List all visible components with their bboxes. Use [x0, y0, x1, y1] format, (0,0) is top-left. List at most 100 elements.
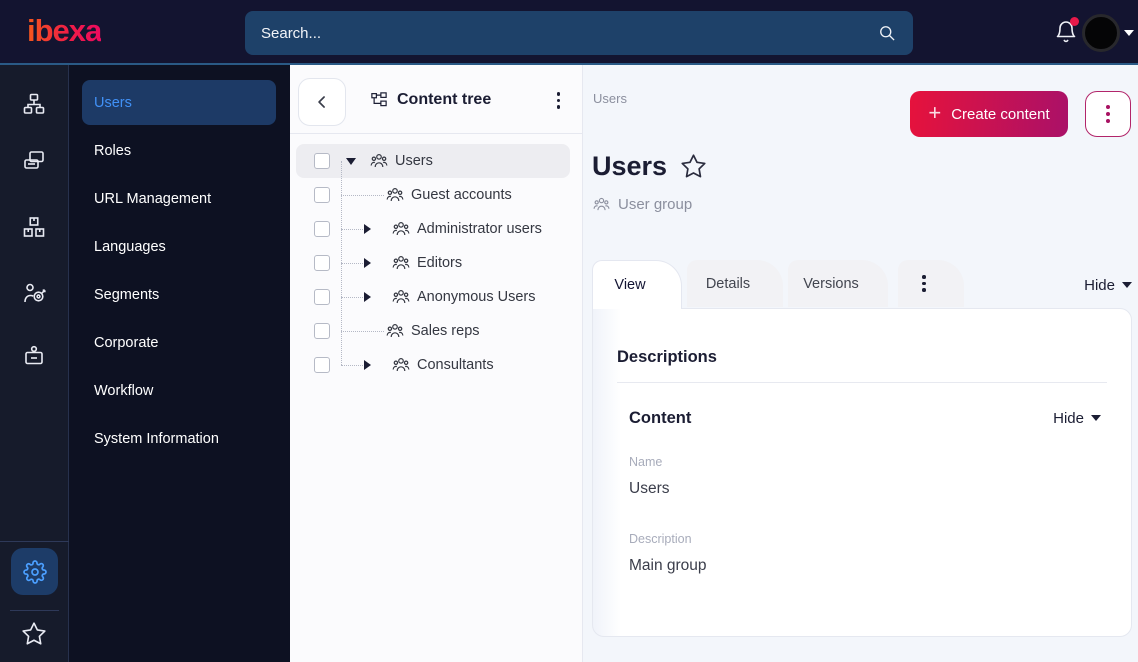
tree-item-checkbox[interactable]	[314, 255, 330, 271]
sidebar-item-segments[interactable]: Segments	[82, 272, 276, 317]
field-label-description: Description	[629, 532, 692, 546]
tab-versions[interactable]: Versions	[788, 260, 888, 307]
tree-item-administrator-users[interactable]: Administrator users	[296, 212, 570, 246]
page-title: Users	[592, 151, 707, 182]
tree-icon	[371, 91, 387, 106]
tree-item-label: Guest accounts	[411, 187, 512, 203]
hide-panel-toggle[interactable]: Hide	[1084, 277, 1132, 294]
create-content-button[interactable]: + Create content	[910, 91, 1068, 137]
topbar: ibexa	[0, 0, 1138, 65]
content-tree-panel: Content tree Users Guest accounts Admini…	[290, 65, 583, 662]
tree-item-checkbox[interactable]	[314, 221, 330, 237]
tab-bar: View Details Versions Hide	[592, 260, 1132, 309]
packages-icon[interactable]	[22, 215, 46, 239]
collapse-node-icon[interactable]	[346, 158, 356, 170]
content-section-header: Content Hide	[629, 409, 1101, 428]
tree-item-checkbox[interactable]	[314, 187, 330, 203]
tree-item-label: Administrator users	[417, 221, 542, 237]
kebab-icon	[922, 275, 926, 292]
user-group-icon	[392, 222, 410, 235]
tab-label: View	[614, 277, 646, 293]
user-group-icon	[593, 197, 610, 211]
caret-down-icon	[1091, 415, 1101, 426]
user-group-icon	[392, 256, 410, 269]
user-group-icon	[386, 324, 404, 337]
sidebar-item-label: URL Management	[94, 190, 212, 207]
global-search[interactable]	[245, 11, 913, 55]
tree-item-sales-reps[interactable]: Sales reps	[296, 314, 570, 348]
content-options-button[interactable]	[1085, 91, 1131, 137]
settings-button[interactable]	[11, 548, 58, 595]
expand-node-icon[interactable]	[364, 258, 376, 268]
sidebar-item-users[interactable]: Users	[82, 80, 276, 125]
pages-icon[interactable]	[22, 149, 46, 173]
tree-item-checkbox[interactable]	[314, 357, 330, 373]
tree-item-guest-accounts[interactable]: Guest accounts	[296, 178, 570, 212]
tab-label: Versions	[803, 275, 859, 292]
tree-item-label: Users	[395, 153, 433, 169]
sidebar-item-system-information[interactable]: System Information	[82, 416, 276, 461]
tab-more-button[interactable]	[898, 260, 964, 307]
expand-node-icon[interactable]	[364, 360, 376, 370]
tree-guide-line	[341, 364, 363, 366]
content-type-row: User group	[593, 196, 692, 213]
tab-view[interactable]: View	[592, 260, 682, 309]
notifications-button[interactable]	[1054, 17, 1080, 46]
sidebar-item-label: Corporate	[94, 334, 159, 351]
bookmark-star-icon[interactable]	[680, 153, 707, 180]
hide-label: Hide	[1053, 410, 1084, 427]
hide-label: Hide	[1084, 277, 1115, 294]
sidebar-item-label: Segments	[94, 286, 160, 303]
sidebar-item-label: Roles	[94, 142, 132, 159]
user-group-icon	[392, 290, 410, 303]
sidebar-item-label: Workflow	[94, 382, 154, 399]
tree-item-editors[interactable]: Editors	[296, 246, 570, 280]
hide-section-toggle[interactable]: Hide	[1053, 410, 1101, 427]
expand-node-icon[interactable]	[364, 224, 376, 234]
sidebar-item-url-management[interactable]: URL Management	[82, 176, 276, 221]
field-value-name: Users	[629, 480, 670, 497]
user-group-icon	[392, 358, 410, 371]
expand-node-icon[interactable]	[364, 292, 376, 302]
tree-item-consultants[interactable]: Consultants	[296, 348, 570, 382]
descriptions-heading: Descriptions	[617, 348, 717, 366]
breadcrumb[interactable]: Users	[593, 91, 627, 106]
collapse-tree-button[interactable]	[298, 78, 346, 126]
user-group-icon	[386, 188, 404, 201]
user-menu-caret-icon[interactable]	[1124, 30, 1134, 41]
tree-item-checkbox[interactable]	[314, 153, 330, 169]
kebab-icon	[1106, 105, 1110, 123]
ibexa-logo[interactable]: ibexa	[27, 13, 102, 49]
tree-item-users[interactable]: Users	[296, 144, 570, 178]
star-icon[interactable]	[21, 621, 47, 647]
tree-guide-line	[341, 296, 363, 298]
sitemap-icon[interactable]	[22, 92, 46, 116]
personalization-icon[interactable]	[22, 281, 46, 305]
settings-gear-icon	[22, 559, 47, 584]
tree-item-label: Consultants	[417, 357, 494, 373]
sidebar-item-workflow[interactable]: Workflow	[82, 368, 276, 413]
tree-item-anonymous-users[interactable]: Anonymous Users	[296, 280, 570, 314]
tab-label: Details	[705, 275, 751, 292]
sidebar-item-roles[interactable]: Roles	[82, 128, 276, 173]
create-content-label: Create content	[951, 105, 1050, 123]
rail-divider	[10, 610, 59, 611]
tree-item-label: Anonymous Users	[417, 289, 536, 305]
sidebar-item-label: Users	[94, 94, 132, 111]
sidebar-item-corporate[interactable]: Corporate	[82, 320, 276, 365]
field-value-description: Main group	[629, 557, 707, 574]
tree-item-checkbox[interactable]	[314, 289, 330, 305]
sidebar-item-label: Languages	[94, 238, 166, 255]
user-avatar[interactable]	[1082, 14, 1120, 52]
tree-options-button[interactable]	[555, 90, 563, 111]
badge-icon[interactable]	[22, 344, 46, 368]
rail-divider	[0, 541, 69, 542]
search-input[interactable]	[261, 24, 877, 42]
tab-details[interactable]: Details	[687, 260, 783, 307]
content-tree-title-text: Content tree	[397, 90, 492, 108]
tree-item-checkbox[interactable]	[314, 323, 330, 339]
chevron-left-icon	[318, 96, 325, 108]
sidebar-item-languages[interactable]: Languages	[82, 224, 276, 269]
caret-down-icon	[1122, 282, 1132, 293]
plus-icon: +	[928, 100, 942, 125]
